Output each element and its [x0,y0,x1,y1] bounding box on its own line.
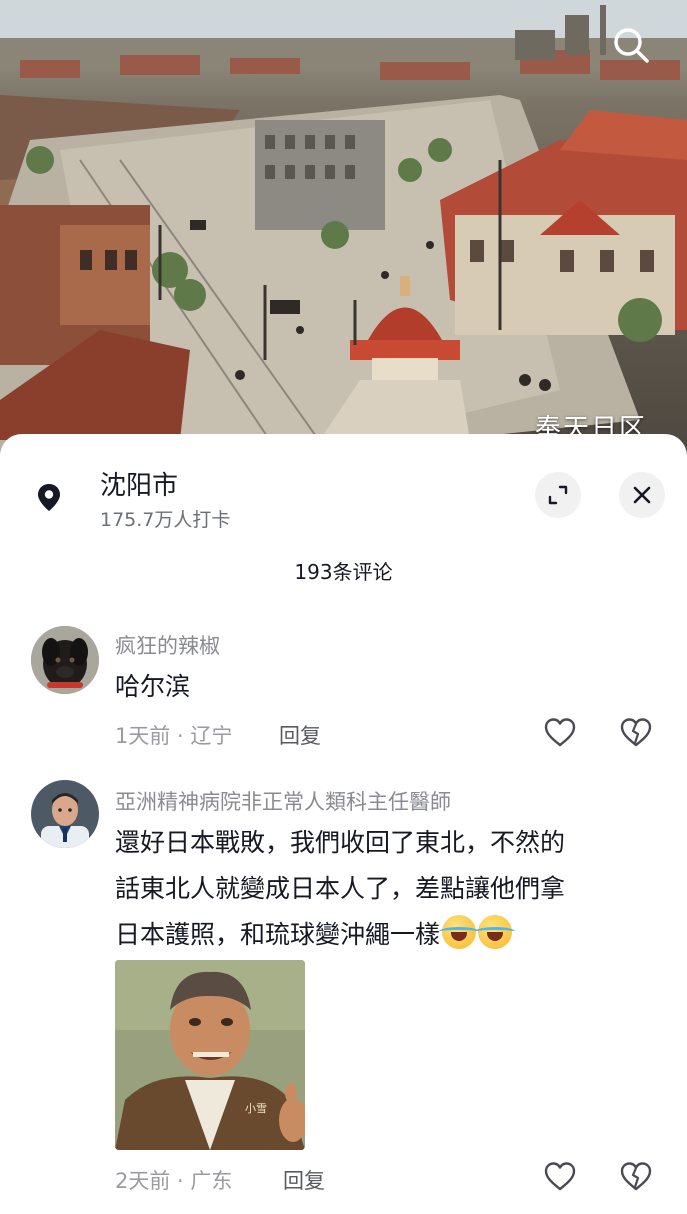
like-button[interactable] [543,716,577,750]
comment-time-location: 2天前 · 广东 [115,1169,233,1193]
like-button[interactable] [543,1160,577,1194]
dislike-button[interactable] [619,716,653,750]
comment-text-line: 日本護照，和琉球變沖繩一樣 [115,912,565,958]
expand-button[interactable] [535,472,581,518]
search-icon [614,28,649,63]
checkin-count: 175.7万人打卡 [100,509,231,531]
broken-heart-icon [620,718,652,747]
comment-text-line: 話東北人就變成日本人了，差點讓他們拿 [115,874,566,903]
comment-text: 還好日本戰敗，我們收回了東北，不然的 話東北人就變成日本人了，差點讓他們拿 日本… [115,820,565,958]
location-cover-photo: 奉天日区 [0,0,687,470]
broken-heart-icon [620,1162,652,1191]
reply-button[interactable]: 回复 [283,1165,325,1195]
dislike-button[interactable] [619,1160,653,1194]
comment-text-segment: 日本護照，和琉球變沖繩一樣 [115,920,441,949]
laughing-tears-emoji [439,915,480,949]
meme-label: 小雪 [245,1102,267,1115]
avatar[interactable] [31,780,99,848]
meme-photo: 小雪 [115,960,305,1150]
expand-icon [548,485,568,505]
comment-username[interactable]: 疯狂的辣椒 [115,630,220,660]
avatar[interactable] [31,626,99,694]
dog-avatar-image [31,626,99,694]
comment-time-location: 1天前 · 辽宁 [115,724,233,748]
comment-text-line: 還好日本戰敗，我們收回了東北，不然的 [115,828,566,857]
search-button[interactable] [610,24,652,66]
comment-text: 哈尔滨 [115,672,191,701]
close-icon [633,486,651,504]
street-scene-illustration [0,0,687,470]
doctor-avatar-image [31,780,99,848]
location-pin-icon [38,484,60,511]
comment-username[interactable]: 亞洲精神病院非正常人類科主任醫師 [115,786,451,816]
heart-icon [544,1162,576,1191]
reply-button[interactable]: 回复 [279,720,321,750]
comment-image[interactable]: 小雪 [115,960,305,1150]
location-name[interactable]: 沈阳市 [100,465,178,502]
laughing-tears-emoji [475,915,516,949]
heart-icon [544,718,576,747]
comment-count: 193条评论 [294,560,393,584]
close-button[interactable] [619,472,665,518]
